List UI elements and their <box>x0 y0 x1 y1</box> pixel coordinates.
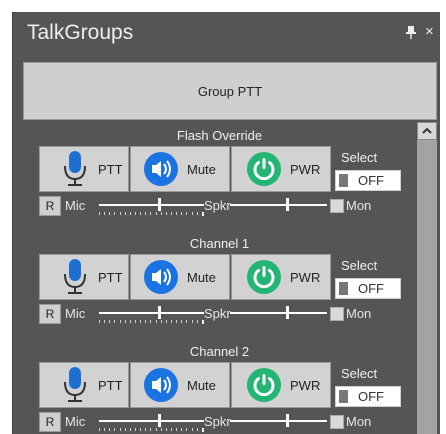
select-toggle[interactable]: OFF <box>335 170 401 191</box>
spkr-slider[interactable] <box>230 196 327 216</box>
slider-thumb[interactable] <box>158 306 162 319</box>
ptt-button[interactable]: PTT <box>39 254 129 300</box>
microphone-icon <box>64 151 86 186</box>
slider-thumb[interactable] <box>286 414 290 427</box>
mon-checkbox[interactable] <box>330 199 344 213</box>
pwr-label: PWR <box>290 269 321 285</box>
scroll-up-button[interactable] <box>417 122 437 140</box>
mute-button[interactable]: Mute <box>130 146 230 192</box>
mic-slider[interactable] <box>99 304 204 324</box>
spkr-label: Spkr <box>204 306 231 321</box>
mute-button[interactable]: Mute <box>130 254 230 300</box>
ptt-button[interactable]: PTT <box>39 146 129 192</box>
group-ptt-button[interactable]: Group PTT <box>23 62 437 120</box>
close-icon[interactable]: × <box>425 24 439 40</box>
spkr-label: Spkr <box>204 198 231 213</box>
group-ptt-label: Group PTT <box>197 83 263 99</box>
spkr-slider[interactable] <box>230 304 327 324</box>
toggle-knob <box>339 282 348 295</box>
select-toggle[interactable]: OFF <box>335 386 401 407</box>
power-button[interactable]: PWR <box>231 146 331 192</box>
select-label: Select <box>341 258 378 273</box>
mon-checkbox[interactable] <box>330 415 344 429</box>
mic-label: Mic <box>65 414 86 429</box>
speaker-icon <box>144 152 178 186</box>
toggle-knob <box>339 390 348 403</box>
channel-list: Flash Override PTT Mute PWR Select OFF R… <box>23 122 416 434</box>
reset-button[interactable]: R <box>39 304 61 324</box>
slider-thumb[interactable] <box>286 198 290 211</box>
pwr-label: PWR <box>290 377 321 393</box>
select-state: OFF <box>358 173 384 188</box>
mon-label: Mon <box>346 198 372 213</box>
mon-label: Mon <box>346 306 372 321</box>
spkr-label: Spkr <box>204 414 231 429</box>
slider-thumb[interactable] <box>286 306 290 319</box>
select-state: OFF <box>358 389 384 404</box>
channel-row: Channel 2 PTT Mute PWR Select OFF R Mic … <box>23 338 416 434</box>
spkr-slider[interactable] <box>230 412 327 432</box>
select-label: Select <box>341 150 378 165</box>
mic-slider[interactable] <box>99 412 204 432</box>
channel-row: Flash Override PTT Mute PWR Select OFF R… <box>23 122 416 230</box>
ptt-label: PTT <box>98 269 123 285</box>
title-bar: TalkGroups × <box>13 12 440 54</box>
reset-button[interactable]: R <box>39 412 61 432</box>
speaker-icon <box>144 368 178 402</box>
mute-button[interactable]: Mute <box>130 362 230 408</box>
mon-label: Mon <box>346 414 372 429</box>
power-icon <box>247 152 281 186</box>
mon-checkbox[interactable] <box>330 307 344 321</box>
mute-label: Mute <box>187 377 216 393</box>
mic-label: Mic <box>65 198 86 213</box>
mute-label: Mute <box>187 161 216 177</box>
channel-name: Channel 1 <box>189 236 250 251</box>
select-toggle[interactable]: OFF <box>335 278 401 299</box>
speaker-icon <box>144 260 178 294</box>
pwr-label: PWR <box>290 161 321 177</box>
power-icon <box>247 260 281 294</box>
vertical-scrollbar[interactable] <box>417 122 437 434</box>
talkgroups-window: TalkGroups × Group PTT Flash Override PT… <box>12 12 440 434</box>
power-icon <box>247 368 281 402</box>
scroll-thumb[interactable] <box>417 140 437 434</box>
slider-thumb[interactable] <box>158 414 162 427</box>
chevron-up-icon <box>422 127 432 134</box>
ptt-button[interactable]: PTT <box>39 362 129 408</box>
microphone-icon <box>64 259 86 294</box>
select-label: Select <box>341 366 378 381</box>
mute-label: Mute <box>187 269 216 285</box>
pin-icon[interactable] <box>405 24 417 40</box>
ptt-label: PTT <box>98 161 123 177</box>
ptt-label: PTT <box>98 377 123 393</box>
toggle-knob <box>339 174 348 187</box>
channel-name: Flash Override <box>176 128 263 143</box>
mic-slider[interactable] <box>99 196 204 216</box>
reset-button[interactable]: R <box>39 196 61 216</box>
microphone-icon <box>64 367 86 402</box>
select-state: OFF <box>358 281 384 296</box>
channel-name: Channel 2 <box>189 344 250 359</box>
power-button[interactable]: PWR <box>231 362 331 408</box>
window-title: TalkGroups <box>27 21 134 44</box>
power-button[interactable]: PWR <box>231 254 331 300</box>
channel-row: Channel 1 PTT Mute PWR Select OFF R Mic … <box>23 230 416 338</box>
mic-label: Mic <box>65 306 86 321</box>
slider-thumb[interactable] <box>158 198 162 211</box>
